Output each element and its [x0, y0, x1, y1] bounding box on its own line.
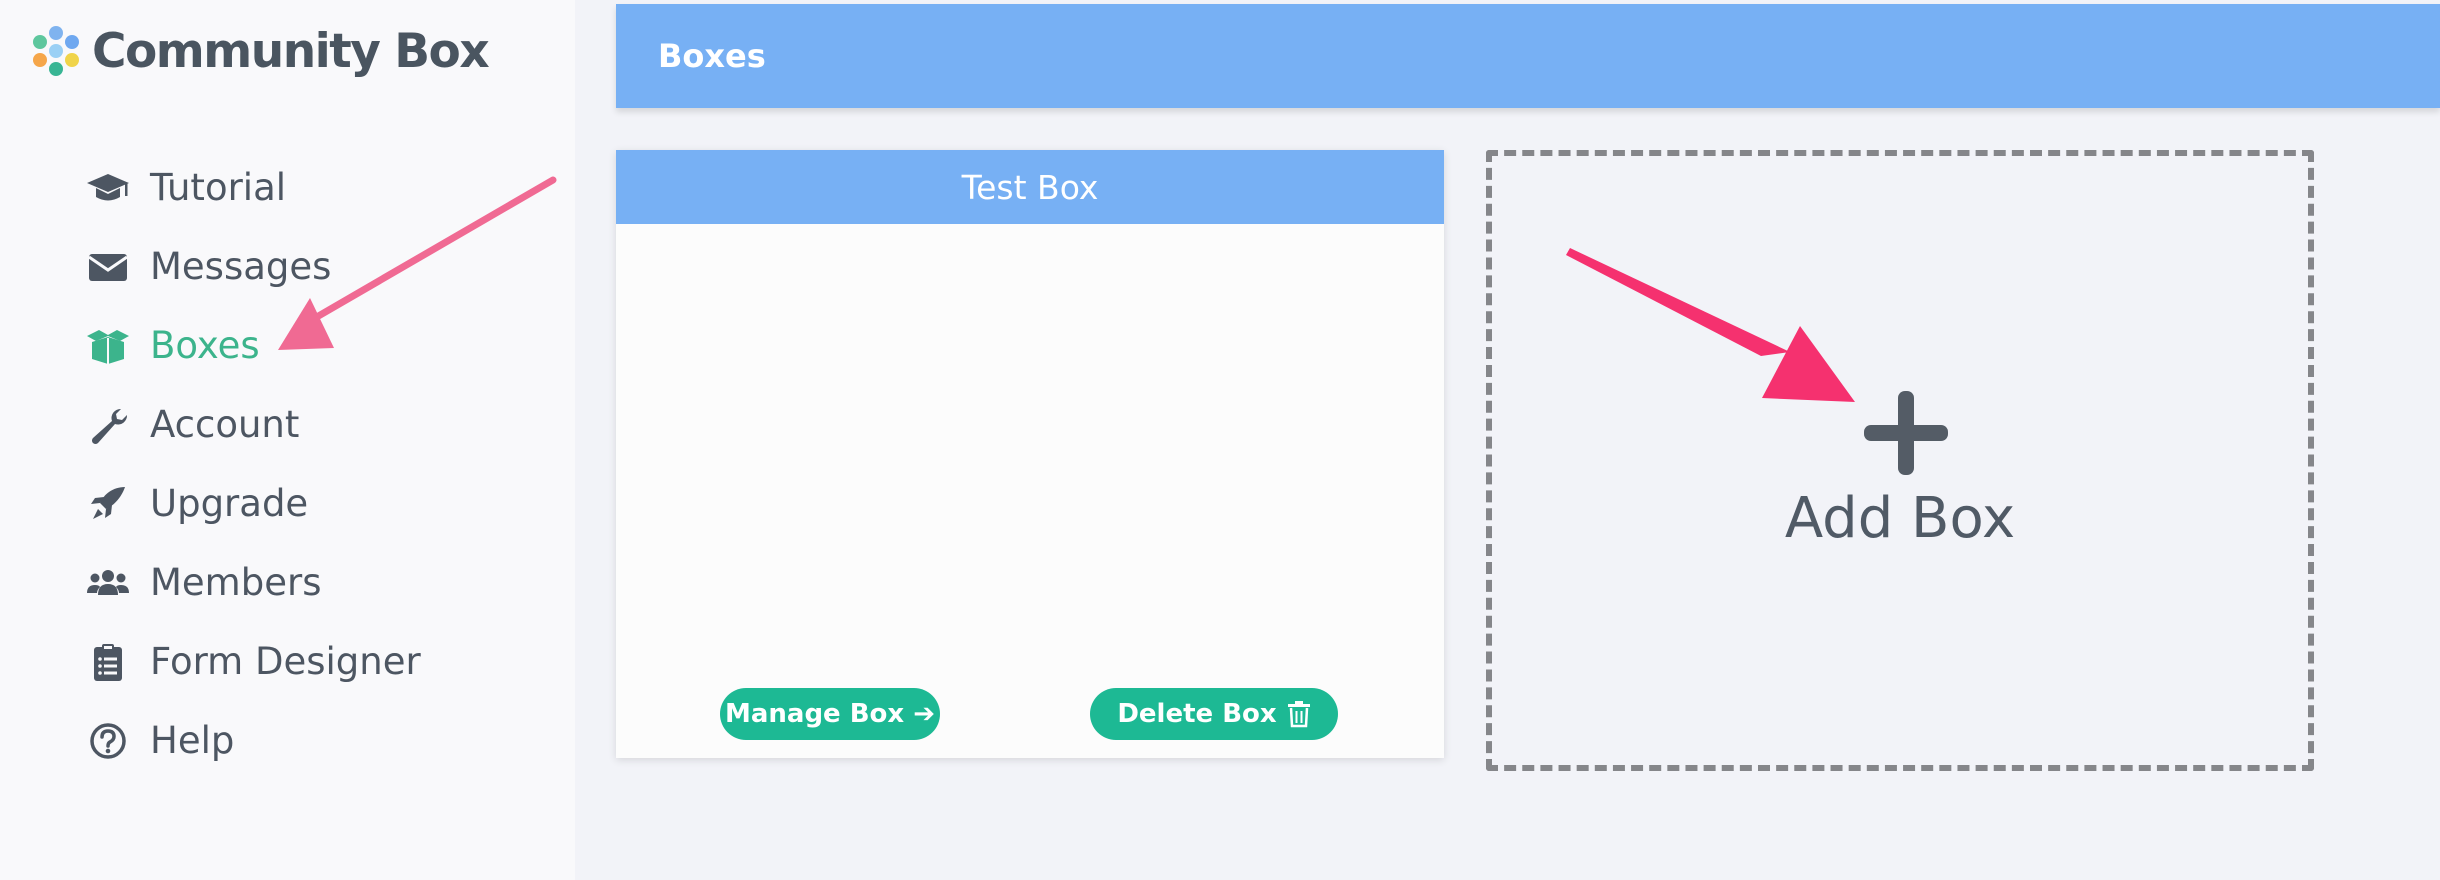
sidebar-item-label: Tutorial [150, 166, 287, 209]
sidebar-item-label: Members [150, 561, 322, 604]
sidebar-item-tutorial[interactable]: Tutorial [80, 148, 560, 227]
wrench-icon [80, 385, 136, 464]
delete-box-button[interactable]: Delete Box [1090, 688, 1338, 740]
graduation-cap-icon [80, 148, 136, 227]
sidebar-item-messages[interactable]: Messages [80, 227, 560, 306]
sidebar-item-label: Upgrade [150, 482, 309, 525]
box-card-title: Test Box [616, 150, 1444, 224]
logo-text: Community Box [92, 23, 490, 79]
plus-icon [1864, 391, 1948, 475]
page-header: Boxes [616, 4, 2440, 108]
sidebar-item-help[interactable]: Help [80, 701, 560, 780]
sidebar-item-form-designer[interactable]: Form Designer [80, 622, 560, 701]
question-circle-icon [80, 701, 136, 780]
sidebar-item-label: Account [150, 403, 300, 446]
sidebar-item-label: Form Designer [150, 640, 421, 683]
box-card: Test Box Manage Box ➔ Delete Box [616, 150, 1444, 758]
trash-icon [1287, 701, 1310, 728]
add-box-label: Add Box [1784, 486, 2016, 551]
clipboard-list-icon [80, 622, 136, 701]
sidebar: Community Box Tutorial Messages Boxes Ac… [0, 0, 575, 880]
users-icon [80, 543, 136, 622]
delete-box-label: Delete Box [1117, 699, 1277, 729]
rocket-icon [80, 464, 136, 543]
manage-box-button[interactable]: Manage Box ➔ [720, 688, 940, 740]
page-title: Boxes [658, 37, 766, 75]
app-logo[interactable]: Community Box [30, 20, 490, 82]
sidebar-item-account[interactable]: Account [80, 385, 560, 464]
sidebar-item-label: Boxes [150, 324, 260, 367]
sidebar-item-boxes[interactable]: Boxes [80, 306, 560, 385]
sidebar-nav: Tutorial Messages Boxes Account Upgrade [80, 148, 560, 780]
sidebar-item-upgrade[interactable]: Upgrade [80, 464, 560, 543]
sidebar-item-label: Help [150, 719, 235, 762]
logo-icon [33, 26, 79, 76]
add-box-button[interactable]: Add Box [1486, 150, 2314, 771]
sidebar-item-label: Messages [150, 245, 332, 288]
sidebar-item-members[interactable]: Members [80, 543, 560, 622]
manage-box-label: Manage Box ➔ [724, 699, 936, 729]
envelope-icon [80, 227, 136, 306]
box-open-icon [80, 306, 136, 385]
